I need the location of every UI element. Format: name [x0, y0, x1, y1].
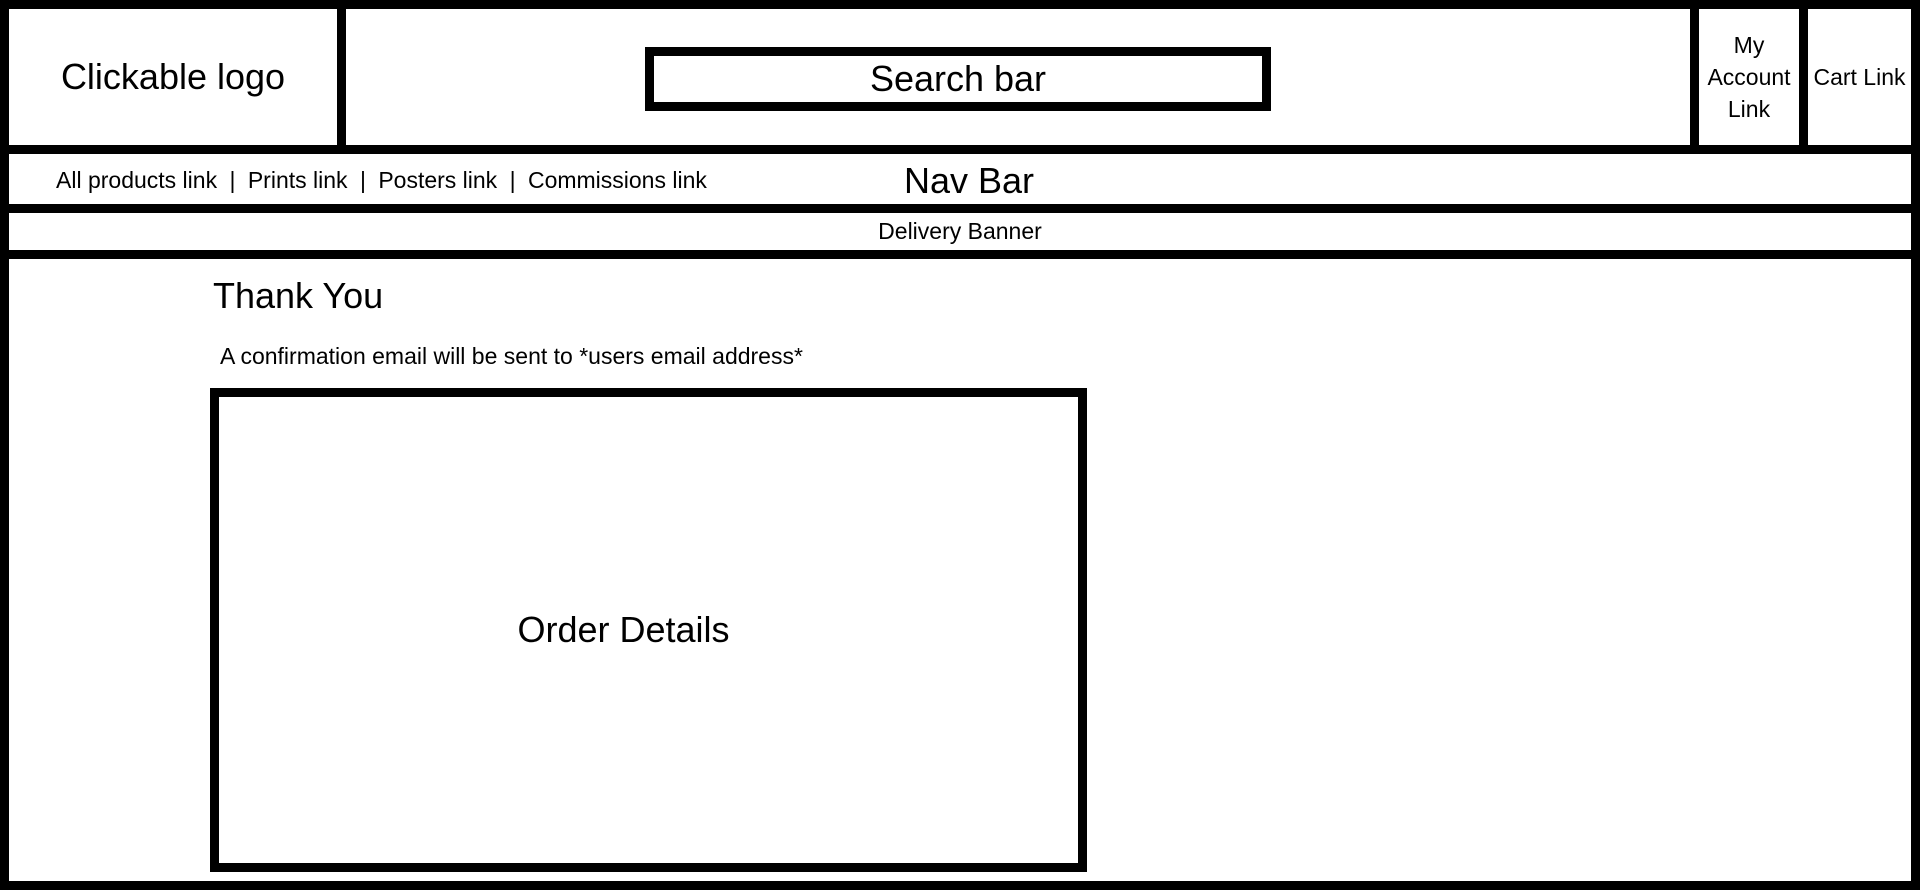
main-content: Thank You A confirmation email will be s…: [0, 250, 1920, 890]
nav-link-prints[interactable]: Prints link: [248, 167, 348, 193]
logo-label: Clickable logo: [60, 56, 286, 97]
cart-link[interactable]: Cart Link: [1799, 0, 1920, 154]
nav-link-commissions[interactable]: Commissions link: [528, 167, 707, 193]
my-account-link[interactable]: My Account Link: [1690, 0, 1808, 154]
confirmation-message: A confirmation email will be sent to *us…: [220, 343, 803, 369]
nav-link-posters[interactable]: Posters link: [378, 167, 497, 193]
delivery-banner-label: Delivery Banner: [878, 218, 1042, 244]
search-bar-label: Search bar: [869, 58, 1047, 99]
nav-separator: |: [509, 167, 516, 193]
nav-separator: |: [359, 167, 366, 193]
nav-bar: All products link | Prints link | Poster…: [0, 145, 1920, 213]
nav-link-all-products[interactable]: All products link: [56, 167, 217, 193]
my-account-label: My Account Link: [1707, 31, 1791, 123]
search-input[interactable]: Search bar: [645, 47, 1271, 111]
order-details-label: Order Details: [517, 609, 730, 650]
order-details-panel: Order Details: [210, 388, 1087, 872]
page-title: Thank You: [213, 275, 384, 316]
nav-links: All products link | Prints link | Poster…: [56, 167, 707, 194]
nav-bar-title: Nav Bar: [904, 160, 1035, 201]
nav-separator: |: [229, 167, 236, 193]
logo-link[interactable]: Clickable logo: [0, 0, 346, 154]
cart-label: Cart Link: [1813, 63, 1906, 90]
